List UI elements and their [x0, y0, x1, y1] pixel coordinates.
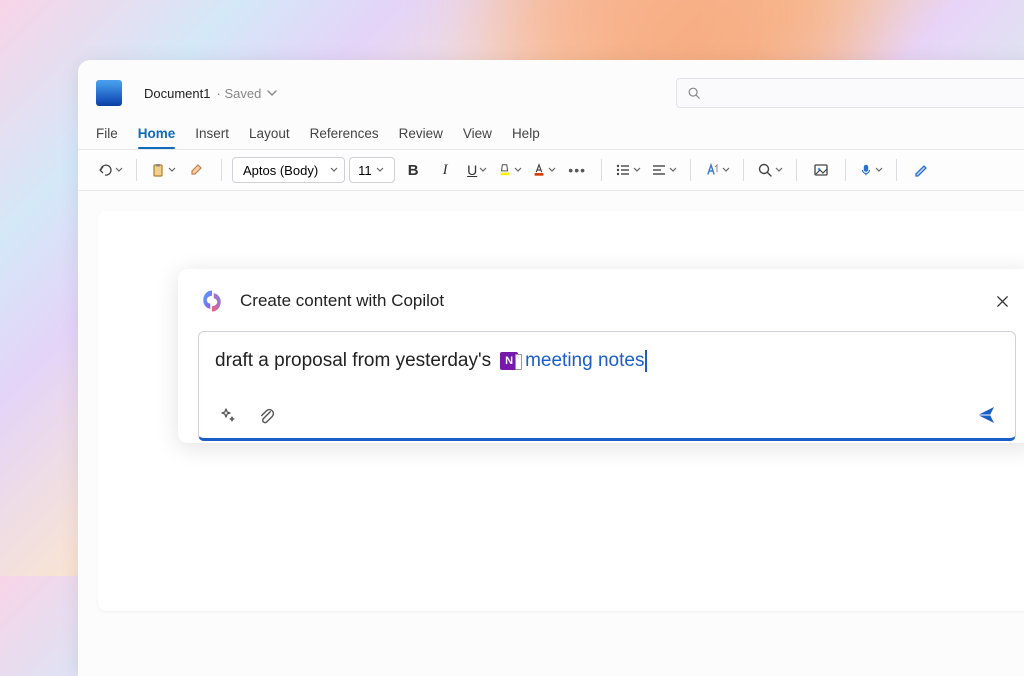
tab-insert[interactable]: Insert — [195, 126, 229, 149]
attach-button[interactable] — [253, 402, 279, 428]
title-bar: Document1 · Saved — [78, 60, 1024, 116]
tab-view[interactable]: View — [463, 126, 492, 149]
align-button[interactable] — [648, 156, 680, 184]
separator — [896, 159, 897, 181]
separator — [743, 159, 744, 181]
app-window: Document1 · Saved File Home Insert Layou… — [78, 60, 1024, 676]
tab-home[interactable]: Home — [138, 126, 176, 149]
toolbar: Aptos (Body) 11 B I U ••• — [78, 149, 1024, 191]
onenote-reference-chip[interactable]: N — [498, 350, 520, 372]
inspire-button[interactable] — [215, 402, 241, 428]
italic-button[interactable]: I — [431, 156, 459, 184]
separator — [690, 159, 691, 181]
font-family-select[interactable]: Aptos (Body) — [232, 157, 345, 183]
word-app-icon — [96, 80, 122, 106]
font-size-select[interactable]: 11 — [349, 157, 395, 183]
editor-button[interactable] — [907, 156, 935, 184]
separator — [845, 159, 846, 181]
save-status: · Saved — [216, 86, 261, 101]
chevron-down-icon — [376, 166, 384, 174]
input-actions — [215, 402, 999, 428]
highlight-color-button[interactable] — [495, 156, 525, 184]
copilot-header: Create content with Copilot — [198, 287, 1016, 315]
search-icon — [687, 86, 701, 100]
copilot-logo-icon — [198, 287, 226, 315]
paste-button[interactable] — [147, 156, 179, 184]
find-button[interactable] — [754, 156, 786, 184]
document-title-area[interactable]: Document1 · Saved — [144, 86, 277, 101]
paperclip-icon — [257, 406, 276, 425]
underline-button[interactable]: U — [463, 156, 491, 184]
copilot-title: Create content with Copilot — [240, 291, 444, 311]
chevron-down-icon — [330, 166, 338, 174]
tab-review[interactable]: Review — [399, 126, 443, 149]
prompt-text: draft a proposal from yesterday's — [215, 350, 491, 372]
tab-layout[interactable]: Layout — [249, 126, 290, 149]
separator — [136, 159, 137, 181]
font-name-value: Aptos (Body) — [243, 163, 318, 178]
onenote-icon: N — [500, 352, 518, 370]
ribbon-tabs: File Home Insert Layout References Revie… — [78, 116, 1024, 149]
send-icon — [975, 404, 997, 426]
more-font-options-button[interactable]: ••• — [563, 156, 591, 184]
dictate-button[interactable] — [856, 156, 886, 184]
reference-link[interactable]: meeting notes — [525, 350, 644, 372]
undo-button[interactable] — [94, 156, 126, 184]
prompt-text-line: draft a proposal from yesterday's N meet… — [215, 350, 999, 372]
copilot-card: Create content with Copilot draft a prop… — [178, 269, 1024, 443]
styles-button[interactable] — [701, 156, 733, 184]
text-cursor — [645, 350, 647, 372]
copilot-prompt-input[interactable]: draft a proposal from yesterday's N meet… — [198, 331, 1016, 441]
font-size-value: 11 — [358, 163, 372, 178]
tab-references[interactable]: References — [310, 126, 379, 149]
bullets-button[interactable] — [612, 156, 644, 184]
tab-file[interactable]: File — [96, 126, 118, 149]
separator — [796, 159, 797, 181]
sparkle-icon — [218, 405, 238, 425]
search-input[interactable] — [676, 78, 1024, 108]
font-color-button[interactable] — [529, 156, 559, 184]
bold-button[interactable]: B — [399, 156, 427, 184]
close-button[interactable] — [988, 287, 1016, 315]
close-icon — [995, 294, 1010, 309]
format-painter-button[interactable] — [183, 156, 211, 184]
separator — [221, 159, 222, 181]
document-name: Document1 — [144, 86, 210, 101]
designer-button[interactable] — [807, 156, 835, 184]
send-button[interactable] — [973, 402, 999, 428]
separator — [601, 159, 602, 181]
document-canvas[interactable]: Create content with Copilot draft a prop… — [98, 211, 1024, 611]
tab-help[interactable]: Help — [512, 126, 540, 149]
chevron-down-icon — [267, 88, 277, 98]
